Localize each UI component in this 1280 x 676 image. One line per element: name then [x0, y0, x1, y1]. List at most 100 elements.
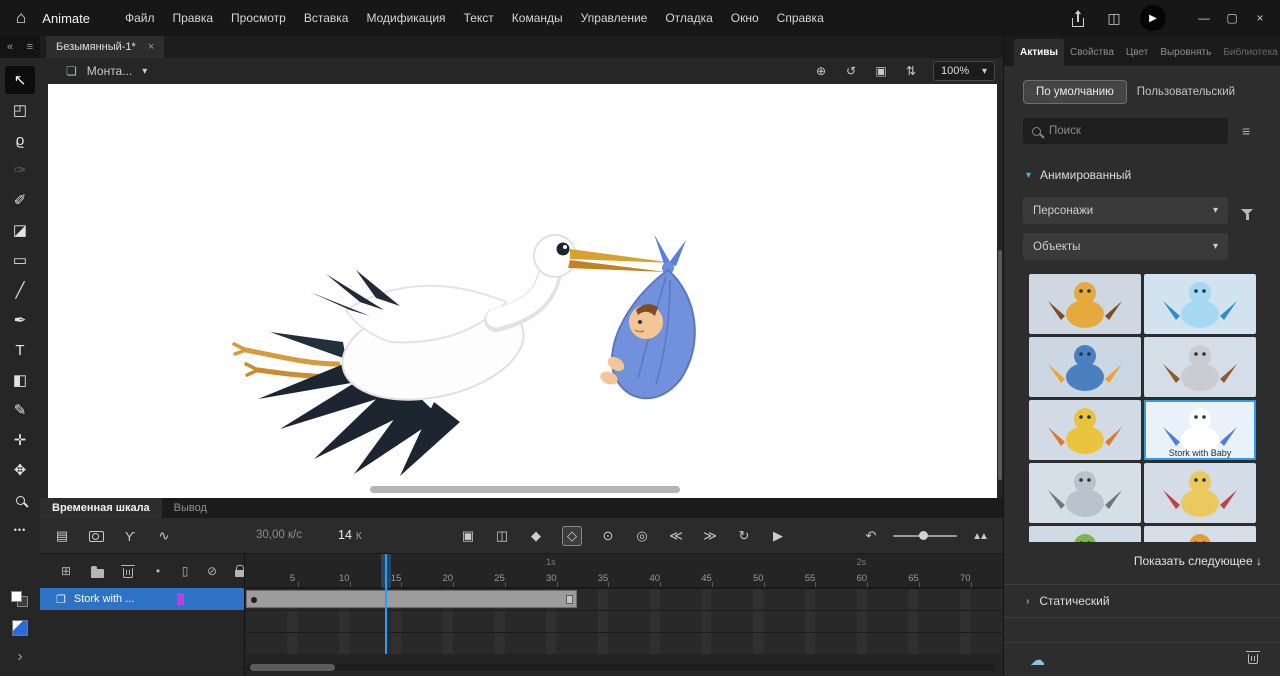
show-hide-column-icon[interactable]: • [150, 561, 166, 581]
panel-tab-4[interactable]: Библиотека [1217, 39, 1280, 66]
cloud-sync-icon[interactable]: ☁ [1030, 651, 1045, 669]
zoom-select[interactable]: 100% ▾ [933, 61, 995, 81]
menu-item-10[interactable]: Справка [768, 6, 833, 30]
document-tab[interactable]: Безымянный-1* × [46, 36, 164, 58]
line-tool[interactable]: ╱ [5, 276, 35, 304]
cut-frames-icon[interactable]: ▣ [460, 526, 476, 546]
scrollbar-thumb[interactable] [250, 664, 335, 671]
scene-chevron-icon[interactable]: ▾ [142, 66, 147, 77]
eraser-tool[interactable]: ◪ [5, 216, 35, 244]
clip-content-icon[interactable]: ▣ [873, 61, 889, 81]
frame-rate[interactable]: 30,00 к/с [256, 529, 302, 541]
asset-chicken[interactable] [1029, 400, 1141, 460]
stage-horizontal-scrollbar[interactable] [370, 486, 680, 493]
menu-item-4[interactable]: Модификация [357, 6, 454, 30]
selection-tool[interactable]: ↖ [5, 66, 35, 94]
quick-test-button[interactable]: ▶ [1140, 5, 1166, 31]
static-section-header[interactable]: › Статический [1004, 584, 1280, 618]
onion-skin-icon[interactable]: ◎ [634, 526, 650, 546]
menu-item-0[interactable]: Файл [116, 6, 164, 30]
lock-column-icon[interactable] [231, 561, 247, 581]
zoom-stepper-icon[interactable]: ⇅ [903, 61, 919, 81]
timeline-zoom-slider[interactable] [893, 526, 957, 546]
stage-canvas[interactable] [48, 84, 997, 498]
new-folder-icon[interactable] [89, 561, 105, 581]
home-icon[interactable]: ⌂ [16, 8, 26, 28]
panel-tab-0[interactable]: Активы [1014, 39, 1064, 66]
view-options-icon[interactable]: ≡ [1242, 123, 1250, 139]
more-tools[interactable]: ••• [5, 516, 35, 544]
menu-item-2[interactable]: Просмотр [222, 6, 295, 30]
center-stage-icon[interactable]: ⊕ [813, 61, 829, 81]
insert-keyframe-icon[interactable]: ◆ [528, 526, 544, 546]
delete-layer-icon[interactable] [120, 561, 136, 581]
timeline-horizontal-scrollbar[interactable] [246, 664, 995, 671]
animated-section-header[interactable]: ▾ Анимированный [1026, 168, 1280, 182]
stroke-fill-swatches-icon[interactable] [11, 591, 29, 608]
asset-warp-tool[interactable]: ✛ [5, 426, 35, 454]
delete-asset-icon[interactable] [1248, 650, 1258, 669]
panel-menu-icon[interactable]: ≡ [27, 41, 33, 53]
menu-item-1[interactable]: Правка [164, 6, 223, 30]
show-next-link[interactable]: Показать следующее ↓ [1004, 554, 1280, 568]
maximize-button[interactable]: ▢ [1218, 0, 1246, 36]
scrollbar-thumb[interactable] [998, 250, 1002, 480]
frame-view-icon[interactable]: ▲▲ [971, 526, 987, 546]
scene-breadcrumb[interactable]: ❏ Монта... ▾ [66, 64, 147, 78]
characters-dropdown[interactable]: Персонажи ▾ [1023, 197, 1228, 224]
text-tool[interactable]: T [5, 336, 35, 364]
tab-output[interactable]: Вывод [162, 498, 219, 518]
asset-blue-bird[interactable] [1029, 337, 1141, 397]
panel-tab-2[interactable]: Цвет [1120, 39, 1154, 66]
ruler-numbers[interactable]: 510152025303540455055606570 [246, 570, 1003, 588]
timeline-layer-row[interactable]: ❐ Stork with ... [40, 588, 244, 610]
share-icon[interactable] [1068, 8, 1088, 28]
prev-keyframe-icon[interactable]: ≪ [668, 526, 684, 546]
playhead[interactable] [385, 554, 387, 654]
menu-item-9[interactable]: Окно [722, 6, 768, 30]
free-transform-tool[interactable]: ◰ [5, 96, 35, 124]
close-button[interactable]: × [1246, 0, 1274, 36]
stage-vertical-scrollbar[interactable] [997, 84, 1003, 498]
panel-tab-3[interactable]: Выровнять [1154, 39, 1217, 66]
layer-stack-icon[interactable]: ▤ [54, 526, 70, 546]
frame-span[interactable] [246, 590, 577, 608]
asset-crying-character[interactable] [1144, 274, 1256, 334]
classic-brush-tool[interactable]: ✐ [5, 186, 35, 214]
objects-dropdown[interactable]: Объекты ▾ [1023, 233, 1228, 260]
frames-area[interactable]: 1s2s 510152025303540455055606570 [246, 554, 1003, 676]
asset-stork-with-baby[interactable]: Stork with Baby [1144, 400, 1256, 460]
menu-item-6[interactable]: Команды [503, 6, 572, 30]
hand-tool[interactable]: ✥ [5, 456, 35, 484]
outline-column-icon[interactable]: ▯ [177, 561, 193, 581]
paint-bucket-tool[interactable]: ◧ [5, 366, 35, 394]
minimize-button[interactable]: — [1190, 0, 1218, 36]
camera-icon[interactable] [88, 526, 104, 546]
asset-partial-right[interactable] [1144, 526, 1256, 542]
fill-color-swatch[interactable] [12, 620, 28, 636]
menu-item-3[interactable]: Вставка [295, 6, 358, 30]
new-layer-icon[interactable]: ⊞ [58, 561, 74, 581]
menu-item-8[interactable]: Отладка [656, 6, 721, 30]
insert-frames-icon[interactable]: ◫ [494, 526, 510, 546]
asset-anime-warrior[interactable] [1144, 463, 1256, 523]
search-input[interactable]: Поиск [1023, 118, 1228, 144]
default-assets-button[interactable]: По умолчанию [1023, 80, 1127, 104]
loop-icon[interactable]: ↻ [736, 526, 752, 546]
asset-valkyrie[interactable] [1144, 337, 1256, 397]
tab-close-icon[interactable]: × [148, 41, 154, 53]
lasso-tool[interactable]: ϱ [5, 126, 35, 154]
rectangle-tool[interactable]: ▭ [5, 246, 35, 274]
highlight-column-icon[interactable]: ⊘ [204, 561, 220, 581]
pen-tool[interactable]: ✒ [5, 306, 35, 334]
insert-blank-keyframe-icon[interactable]: ◇ [562, 526, 582, 546]
play-icon[interactable]: ▶ [770, 526, 786, 546]
asset-pigeon[interactable] [1029, 463, 1141, 523]
menu-item-7[interactable]: Управление [572, 6, 657, 30]
filter-icon[interactable] [1241, 202, 1253, 220]
undo-icon[interactable]: ↶ [863, 526, 879, 546]
next-keyframe-icon[interactable]: ≫ [702, 526, 718, 546]
layer-parenting-icon[interactable]: ϒ [122, 526, 138, 546]
graph-editor-icon[interactable]: ∿ [156, 526, 172, 546]
layer-outline-swatch[interactable] [177, 593, 184, 605]
